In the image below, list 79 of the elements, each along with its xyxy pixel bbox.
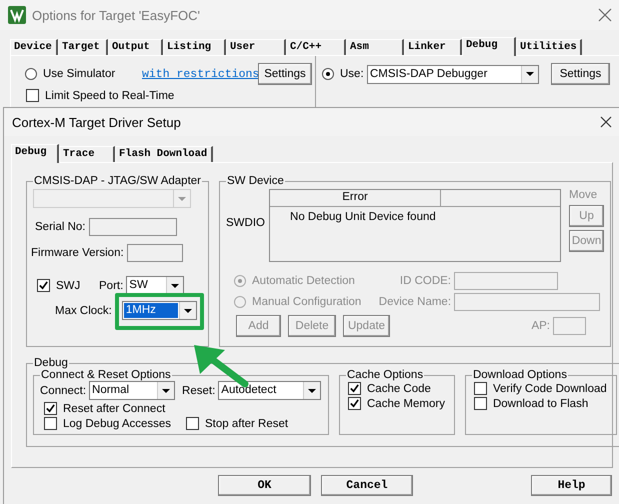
connect-dropdown[interactable]: Normal	[89, 381, 176, 400]
field-label: Max Clock:	[55, 304, 112, 316]
group-title: Cache Options	[346, 369, 424, 381]
tab[interactable]: Linker	[404, 39, 462, 55]
tab[interactable]: Target	[58, 39, 108, 55]
dropdown-arrow-icon	[171, 284, 180, 288]
checkbox[interactable]	[348, 382, 361, 395]
tab[interactable]: C/C++	[286, 39, 346, 55]
field-label: Firmware Version:	[31, 247, 124, 259]
checkbox-label: Log Debug Accesses	[63, 418, 172, 430]
radio-label: Manual Configuration	[252, 296, 362, 308]
radio-label: Use:	[340, 68, 364, 80]
group-title: SW Device	[226, 175, 285, 187]
field-label: Serial No:	[35, 221, 86, 233]
column-header: Error	[270, 190, 442, 206]
field-label: Connect:	[40, 384, 86, 396]
group-title: Download Options	[472, 369, 568, 381]
checkbox-label: Stop after Reset	[205, 418, 288, 430]
firmware-field[interactable]	[126, 244, 183, 262]
settings-button[interactable]: Settings	[551, 63, 610, 85]
tab[interactable]: Listing	[163, 39, 226, 55]
checkbox-label: Reset after Connect	[63, 402, 166, 414]
settings-button[interactable]: Settings	[258, 63, 312, 85]
checkbox[interactable]	[348, 397, 361, 410]
field-label: ID CODE:	[398, 275, 452, 287]
checkbox[interactable]	[44, 402, 57, 415]
tab[interactable]: Asm	[346, 39, 404, 55]
reset-dropdown[interactable]: Autodetect	[218, 381, 322, 400]
checkbox[interactable]	[37, 279, 50, 292]
ok-button[interactable]: OK	[218, 475, 311, 496]
move-label: Move	[569, 189, 598, 201]
cancel-button[interactable]: Cancel	[321, 475, 413, 496]
radio-label: Use Simulator	[43, 68, 116, 80]
debugger-dropdown[interactable]: CMSIS-DAP Debugger	[367, 64, 539, 84]
checkbox-label: Verify Code Download	[492, 382, 607, 394]
checkbox[interactable]	[474, 397, 487, 410]
checkbox-label: Download to Flash	[492, 398, 588, 410]
tab[interactable]: Debug	[11, 144, 59, 163]
group-title: Debug	[33, 357, 69, 369]
tab[interactable]: Debug	[462, 37, 516, 56]
group-title: Connect & Reset Options	[40, 369, 172, 381]
radio-label: Automatic Detection	[252, 275, 356, 287]
radio-button[interactable]	[25, 68, 37, 80]
max-clock-dropdown[interactable]: 1MHz	[122, 301, 197, 320]
field-label: Device Name:	[378, 296, 452, 308]
app-logo-icon	[8, 6, 26, 24]
tab[interactable]: User	[226, 39, 286, 55]
tab[interactable]: Flash Download	[115, 146, 213, 162]
tab[interactable]: Device	[10, 39, 58, 55]
row-label: SWDIO	[226, 217, 266, 229]
checkbox-label: Cache Memory	[367, 398, 445, 410]
restrictions-link[interactable]: with restrictions	[142, 68, 258, 80]
list-message: No Debug Unit Device found	[289, 211, 437, 223]
close-icon[interactable]	[600, 116, 612, 128]
checkbox[interactable]	[44, 417, 57, 430]
dropdown-arrow-icon	[162, 388, 170, 392]
help-button[interactable]: Help	[531, 475, 612, 496]
checkbox[interactable]	[26, 89, 39, 102]
tab[interactable]: Output	[108, 39, 163, 55]
checkbox-label: Limit Speed to Real-Time	[45, 90, 174, 102]
dropdown-arrow-icon	[308, 388, 316, 392]
dropdown-arrow-icon	[178, 196, 186, 200]
dropdown-arrow-icon	[184, 308, 192, 312]
dropdown-arrow-icon	[526, 72, 534, 76]
field-label: Reset:	[182, 384, 216, 396]
field-label: Port:	[99, 280, 124, 292]
radio-button[interactable]	[322, 68, 334, 80]
close-icon[interactable]	[598, 8, 612, 22]
tab[interactable]: Utilities	[516, 39, 582, 55]
checkbox-label: SWJ	[56, 280, 82, 292]
serial-field[interactable]	[88, 218, 176, 236]
window-title: Options for Target 'EasyFOC'	[32, 8, 200, 22]
checkbox[interactable]	[474, 382, 487, 395]
checkbox-label: Cache Code	[367, 382, 431, 394]
dialog-title: Cortex-M Target Driver Setup	[12, 114, 181, 130]
checkbox[interactable]	[186, 417, 199, 430]
group-title: CMSIS-DAP - JTAG/SW Adapter	[33, 175, 202, 187]
field-label: AP:	[530, 320, 550, 332]
tab[interactable]: Trace	[59, 146, 115, 162]
